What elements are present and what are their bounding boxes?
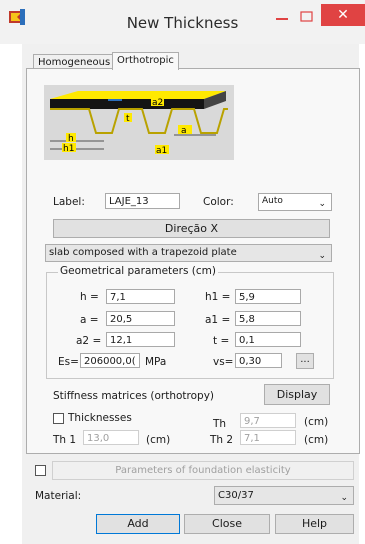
close-window-button[interactable]: ✕ xyxy=(321,4,365,26)
close-button[interactable]: Close xyxy=(184,514,270,534)
direction-button[interactable]: Direção X xyxy=(53,219,330,238)
es-input[interactable]: 206000,0( xyxy=(80,353,140,368)
a-label: a = xyxy=(80,314,99,326)
color-select[interactable]: Auto ⌄ xyxy=(258,193,332,211)
help-button[interactable]: Help xyxy=(275,514,354,534)
h1-label: h1 = xyxy=(205,291,231,303)
t-input[interactable]: 0,1 xyxy=(235,332,301,347)
diagram-label-h: h xyxy=(68,134,74,144)
maximize-button[interactable] xyxy=(296,8,318,26)
add-button[interactable]: Add xyxy=(96,514,180,534)
a-input[interactable]: 20,5 xyxy=(106,311,175,326)
more-button[interactable]: ... xyxy=(296,353,314,369)
th1-input[interactable]: 13,0 xyxy=(83,430,139,445)
vs-label: vs= xyxy=(213,356,234,368)
diagram-label-a1: a1 xyxy=(156,146,167,156)
stiffness-label: Stiffness matrices (orthotropy) xyxy=(53,390,215,402)
th1-unit: (cm) xyxy=(146,434,171,446)
material-label: Material: xyxy=(35,490,82,502)
th-unit: (cm) xyxy=(304,416,329,428)
color-value: Auto xyxy=(262,196,283,206)
slab-type-select[interactable]: slab composed with a trapezoid plate ⌄ xyxy=(45,244,332,262)
chevron-down-icon: ⌄ xyxy=(318,251,326,261)
th2-unit: (cm) xyxy=(304,434,329,446)
slab-type-value: slab composed with a trapezoid plate xyxy=(49,247,237,258)
display-button[interactable]: Display xyxy=(264,384,330,405)
th-input[interactable]: 9,7 xyxy=(240,413,296,428)
h-label: h = xyxy=(80,291,99,303)
foundation-checkbox[interactable] xyxy=(35,465,46,476)
material-value: C30/37 xyxy=(218,490,254,501)
minimize-button[interactable] xyxy=(271,8,293,26)
chevron-down-icon: ⌄ xyxy=(340,493,348,503)
chevron-down-icon: ⌄ xyxy=(318,199,326,209)
material-select[interactable]: C30/37 ⌄ xyxy=(214,486,354,505)
label-caption: Label: xyxy=(53,196,85,208)
h-input[interactable]: 7,1 xyxy=(106,289,175,304)
a1-label: a1 = xyxy=(205,314,231,326)
a1-input[interactable]: 5,8 xyxy=(235,311,301,326)
t-label: t = xyxy=(213,335,230,347)
h1-input[interactable]: 5,9 xyxy=(235,289,301,304)
thicknesses-checkbox[interactable] xyxy=(53,413,64,424)
diagram-label-t: t xyxy=(126,114,130,124)
a2-input[interactable]: 12,1 xyxy=(106,332,175,347)
geometry-group-title: Geometrical parameters (cm) xyxy=(58,265,218,277)
es-label: Es= xyxy=(58,356,79,368)
a2-label: a2 = xyxy=(76,335,102,347)
label-input[interactable]: LAJE_13 xyxy=(105,193,180,209)
color-caption: Color: xyxy=(203,196,234,208)
slab-section-diagram: h h1 a a1 a2 t xyxy=(44,85,234,160)
es-unit: MPa xyxy=(145,356,167,368)
diagram-label-a: a xyxy=(181,126,187,136)
diagram-label-h1: h1 xyxy=(63,144,74,154)
diagram-label-a2: a2 xyxy=(152,98,163,108)
close-icon: ✕ xyxy=(337,7,349,23)
th2-label: Th 2 xyxy=(210,434,234,446)
th2-input[interactable]: 7,1 xyxy=(240,430,296,445)
foundation-elasticity-button[interactable]: Parameters of foundation elasticity xyxy=(52,461,354,480)
vs-input[interactable]: 0,30 xyxy=(235,353,282,368)
th-label: Th xyxy=(213,418,227,430)
thicknesses-label: Thicknesses xyxy=(68,412,132,424)
th1-label: Th 1 xyxy=(53,434,77,446)
tab-orthotropic[interactable]: Orthotropic xyxy=(112,52,179,70)
